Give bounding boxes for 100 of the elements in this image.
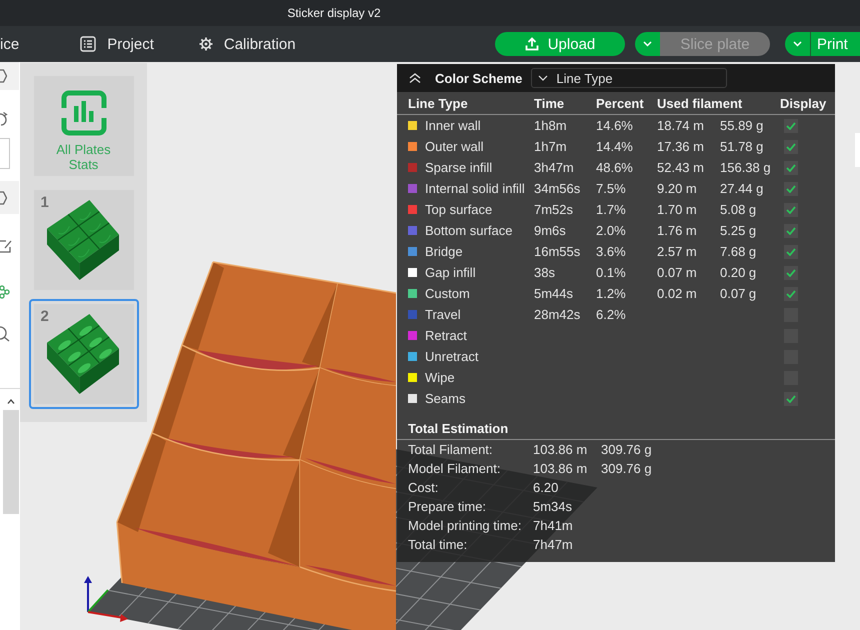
column-header: Time [534, 96, 566, 110]
upload-button[interactable]: Upload [495, 32, 625, 56]
display-checkbox[interactable] [784, 266, 798, 280]
display-checkbox[interactable] [784, 160, 798, 174]
dropdown-button[interactable] [635, 32, 660, 56]
nav-tab[interactable]: Calibration [198, 36, 296, 52]
checkmark-icon [786, 394, 796, 402]
line-type-label: Retract [425, 328, 467, 343]
length-value: 1.76 m [657, 223, 697, 238]
line-type-label: Inner wall [425, 118, 481, 133]
length-value: 17.36 m [657, 139, 704, 154]
print-button[interactable]: Print [810, 32, 860, 56]
line-type-label: Bottom surface [425, 223, 512, 238]
line-type-label: Outer wall [425, 139, 484, 154]
dropdown-button[interactable] [785, 32, 810, 56]
time-value: 38s [534, 265, 555, 280]
axes-icon [84, 576, 128, 622]
chevron-down-icon [538, 75, 548, 81]
length-value: 1.70 m [657, 202, 697, 217]
time-value: 34m56s [534, 181, 580, 196]
percent-value: 1.7% [596, 202, 626, 217]
line-type-label: Top surface [425, 202, 492, 217]
bar-chart-icon [60, 90, 106, 136]
line-type-label: Gap infill [425, 265, 476, 280]
checkmark-icon [786, 184, 796, 192]
window-title: Sticker display v2 [287, 6, 381, 20]
percent-value: 3.6% [596, 244, 626, 259]
checkmark-icon [786, 142, 796, 150]
length-value: 0.07 m [657, 265, 697, 280]
display-checkbox[interactable] [784, 244, 798, 258]
weight-value: 5.08 g [720, 202, 756, 217]
line-type-label: Unretract [425, 349, 478, 364]
chevron-down-icon [643, 41, 652, 47]
collapse-icon[interactable] [409, 72, 421, 84]
display-checkbox[interactable] [784, 224, 798, 238]
line-type-label: Seams [425, 391, 466, 406]
total-value: 309.76 g [601, 461, 652, 476]
line-type-label: Custom [425, 286, 470, 301]
plate-tile[interactable]: 2 [28, 299, 138, 409]
weight-value: 0.07 g [720, 286, 756, 301]
gear-icon [198, 37, 213, 51]
total-value: 103.86 m [533, 442, 588, 457]
display-checkbox[interactable] [784, 286, 798, 300]
chevron-down-icon [793, 41, 802, 47]
length-value: 0.02 m [657, 286, 697, 301]
checkmark-icon [786, 290, 796, 298]
total-value: 6.20 [533, 480, 558, 495]
time-value: 28m42s [534, 307, 580, 322]
percent-value: 1.2% [596, 286, 626, 301]
checkmark-icon [786, 248, 796, 256]
total-label: Model Filament: [408, 461, 500, 476]
time-value: 1h7m [534, 139, 567, 154]
line-type-label: Wipe [425, 370, 455, 385]
percent-value: 0.1% [596, 265, 626, 280]
weight-value: 7.68 g [720, 244, 756, 259]
nav-tab[interactable]: Project [80, 36, 154, 52]
all-plates-stats-button[interactable]: All Plates Stats [34, 76, 134, 176]
weight-value: 0.20 g [720, 265, 756, 280]
time-value: 7m52s [534, 202, 574, 217]
weight-value: 27.44 g [720, 181, 764, 196]
column-header: Line Type [408, 96, 469, 110]
line-type-label: Travel [425, 307, 461, 322]
display-checkbox[interactable] [784, 140, 798, 154]
weight-value: 51.78 g [720, 139, 764, 154]
weight-value: 55.89 g [720, 118, 764, 133]
percent-value: 6.2% [596, 307, 626, 322]
percent-value: 48.6% [596, 160, 633, 175]
weight-value: 5.25 g [720, 223, 756, 238]
arc-arrow-icon [0, 112, 8, 126]
chevron-up-icon [7, 399, 15, 404]
nav-tab[interactable]: ice [0, 36, 20, 52]
color-scheme-dropdown[interactable]: Line Type [531, 68, 728, 88]
time-value: 1h8m [534, 118, 567, 133]
section-title: Total Estimation [397, 418, 835, 440]
edit-icon [0, 239, 12, 253]
line-type-label: Sparse infill [425, 160, 492, 175]
percent-value: 7.5% [596, 181, 626, 196]
search-icon[interactable] [0, 326, 10, 342]
display-checkbox[interactable] [784, 202, 798, 216]
display-checkbox[interactable] [784, 392, 798, 406]
total-label: Prepare time: [408, 499, 486, 514]
total-value: 7h47m [533, 537, 573, 552]
column-header: Percent [596, 96, 645, 110]
checkmark-icon [786, 206, 796, 214]
list-icon [80, 36, 96, 52]
display-checkbox[interactable] [784, 118, 798, 132]
weight-value: 156.38 g [720, 160, 771, 175]
input-field[interactable] [0, 138, 10, 169]
time-value: 5m44s [534, 286, 574, 301]
time-value: 3h47m [534, 160, 574, 175]
checkmark-icon [786, 226, 796, 234]
checkmark-icon [786, 164, 796, 172]
total-label: Total Filament: [408, 442, 493, 457]
checkmark-icon [786, 268, 796, 276]
checkmark-icon [786, 122, 796, 130]
display-checkbox[interactable] [784, 182, 798, 196]
line-type-label: Internal solid infill [425, 181, 525, 196]
percent-value: 14.6% [596, 118, 633, 133]
total-value: 5m34s [533, 499, 572, 514]
upload-icon [524, 37, 539, 51]
